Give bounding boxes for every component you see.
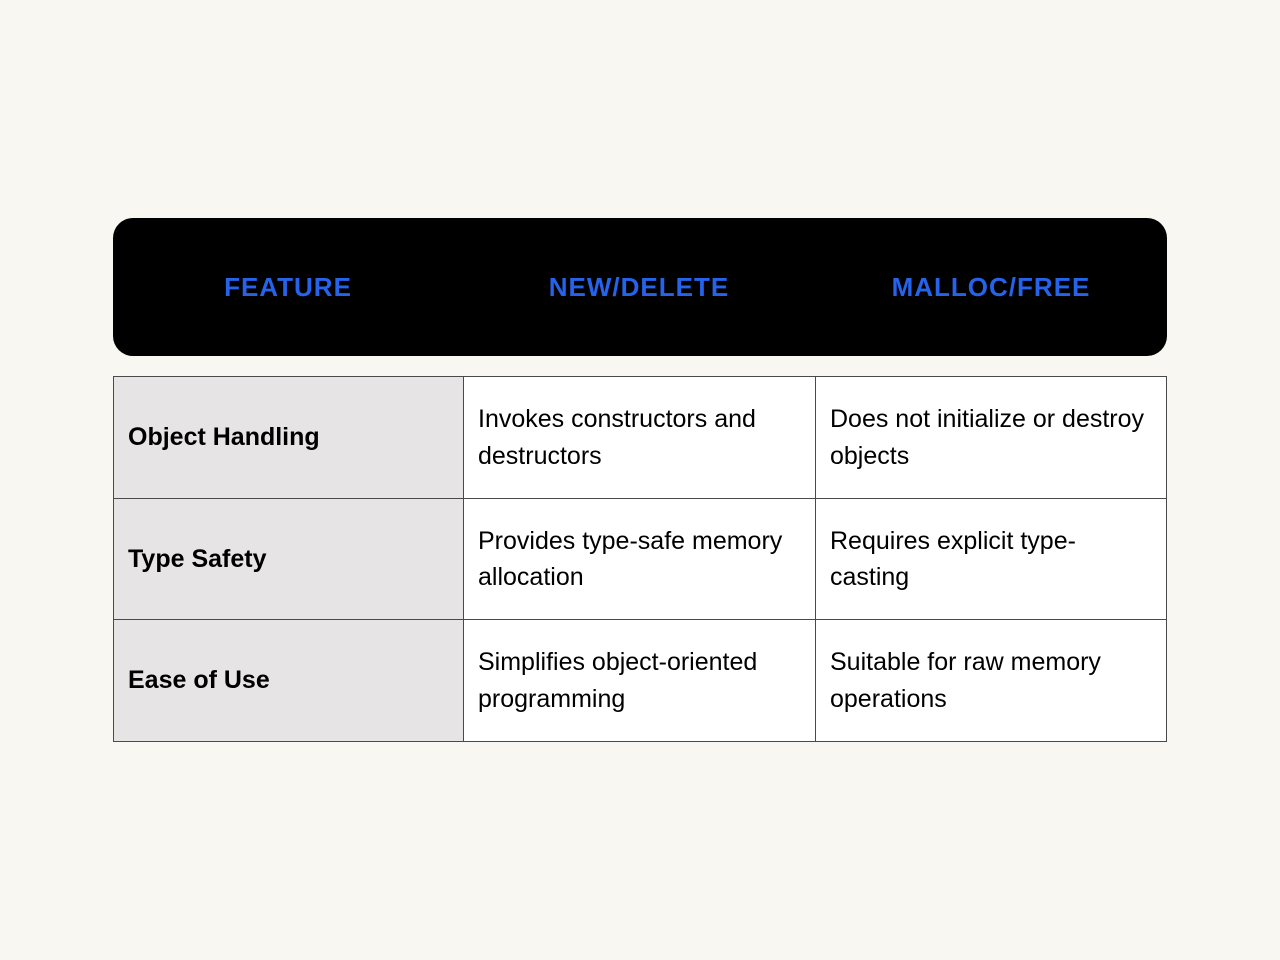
table-row: Ease of Use Simplifies object-oriented p… — [114, 620, 1167, 742]
feature-cell: Ease of Use — [114, 620, 464, 742]
malloc-free-cell: Suitable for raw memory operations — [816, 620, 1167, 742]
comparison-body: Object Handling Invokes constructors and… — [113, 376, 1167, 742]
header-feature: FEATURE — [113, 272, 463, 303]
header-malloc-free: MALLOC/FREE — [815, 272, 1167, 303]
feature-cell: Type Safety — [114, 498, 464, 620]
new-delete-cell: Simplifies object-oriented programming — [464, 620, 816, 742]
table-header: FEATURE NEW/DELETE MALLOC/FREE — [113, 218, 1167, 356]
feature-cell: Object Handling — [114, 377, 464, 499]
comparison-table: FEATURE NEW/DELETE MALLOC/FREE Object Ha… — [113, 218, 1167, 742]
table-row: Type Safety Provides type-safe memory al… — [114, 498, 1167, 620]
malloc-free-cell: Does not initialize or destroy objects — [816, 377, 1167, 499]
new-delete-cell: Invokes constructors and destructors — [464, 377, 816, 499]
new-delete-cell: Provides type-safe memory allocation — [464, 498, 816, 620]
malloc-free-cell: Requires explicit type-casting — [816, 498, 1167, 620]
table-row: Object Handling Invokes constructors and… — [114, 377, 1167, 499]
header-new-delete: NEW/DELETE — [463, 272, 815, 303]
